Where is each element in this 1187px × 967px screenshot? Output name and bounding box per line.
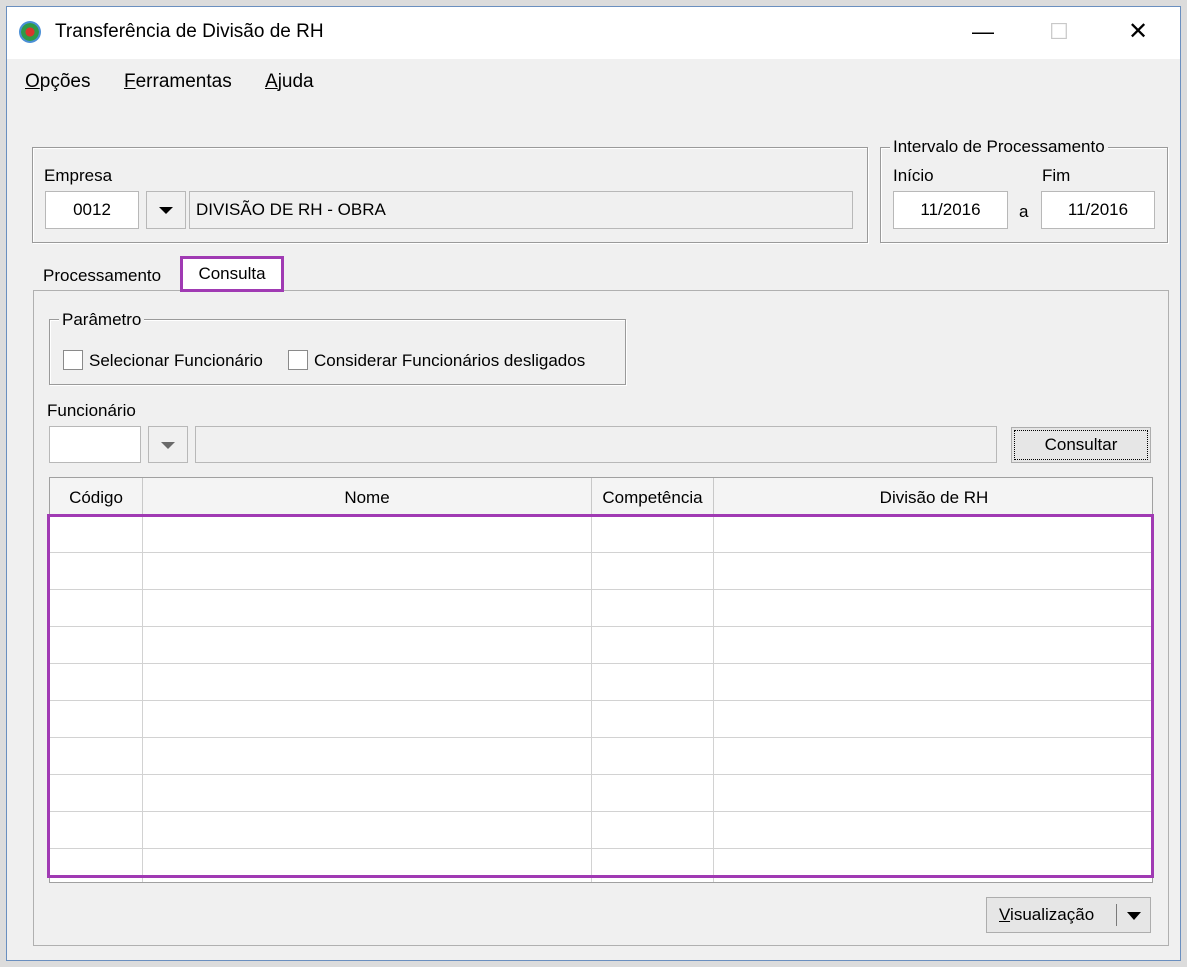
funcionario-name-field <box>195 426 997 463</box>
column-header-codigo[interactable]: Código <box>50 478 143 516</box>
grid-column-divider <box>713 516 714 882</box>
empresa-code-field[interactable]: 0012 <box>45 191 139 229</box>
table-row <box>50 774 1152 775</box>
grid-column-divider <box>591 516 592 882</box>
menu-ferramentas[interactable]: Ferramentas <box>124 71 232 93</box>
table-row <box>50 552 1152 553</box>
table-row <box>50 811 1152 812</box>
inicio-field[interactable]: 11/2016 <box>893 191 1008 229</box>
interval-separator: a <box>1019 202 1029 221</box>
menu-opcoes[interactable]: Opções <box>25 71 90 93</box>
close-button[interactable]: ✕ <box>1115 17 1161 47</box>
app-logo-icon <box>19 21 41 43</box>
table-row <box>50 848 1152 849</box>
tab-processamento[interactable]: Processamento <box>43 266 161 286</box>
results-grid[interactable]: Código Nome Competência Divisão de RH <box>49 477 1153 883</box>
inicio-label: Início <box>893 166 934 185</box>
empresa-name-field: DIVISÃO DE RH - OBRA <box>189 191 853 229</box>
empresa-label: Empresa <box>44 166 113 185</box>
funcionario-code-field[interactable] <box>49 426 141 463</box>
consultar-button[interactable]: Consultar <box>1011 427 1151 463</box>
tab-consulta[interactable]: Consulta <box>180 256 284 292</box>
parametro-legend: Parâmetro <box>59 310 145 330</box>
fim-field[interactable]: 11/2016 <box>1041 191 1155 229</box>
menu-ajuda[interactable]: Ajuda <box>265 71 314 93</box>
selecionar-funcionario-label: Selecionar Funcionário <box>89 351 263 370</box>
chevron-down-icon[interactable] <box>1127 912 1141 920</box>
column-header-nome[interactable]: Nome <box>143 478 592 516</box>
fim-label: Fim <box>1042 166 1071 185</box>
window-title: Transferência de Divisão de RH <box>55 21 324 42</box>
considerar-desligados-label: Considerar Funcionários desligados <box>314 351 586 370</box>
table-row <box>50 663 1152 664</box>
column-header-competencia[interactable]: Competência <box>592 478 714 516</box>
grid-header: Código Nome Competência Divisão de RH <box>50 478 1152 517</box>
chevron-down-icon <box>161 441 175 449</box>
considerar-desligados-checkbox[interactable] <box>288 350 308 370</box>
funcionario-label: Funcionário <box>47 401 136 420</box>
grid-column-divider <box>142 516 143 882</box>
table-row <box>50 700 1152 701</box>
table-row <box>50 589 1152 590</box>
visualizacao-button[interactable]: Visualização <box>986 897 1151 933</box>
funcionario-dropdown-button[interactable] <box>148 426 188 463</box>
maximize-button[interactable]: ☐ <box>1036 17 1082 47</box>
chevron-down-icon <box>159 207 173 214</box>
visualizacao-label: Visualização <box>999 905 1095 924</box>
menu-bar: Opções Ferramentas Ajuda <box>7 59 1180 105</box>
column-header-divisao[interactable]: Divisão de RH <box>714 478 1152 516</box>
table-row <box>50 626 1152 627</box>
table-row <box>50 737 1152 738</box>
selecionar-funcionario-checkbox[interactable] <box>63 350 83 370</box>
empresa-dropdown-button[interactable] <box>146 191 186 229</box>
minimize-button[interactable]: — <box>960 17 1006 47</box>
split-divider <box>1116 904 1117 926</box>
title-bar[interactable]: Transferência de Divisão de RH — ☐ ✕ <box>7 7 1180 59</box>
intervalo-legend: Intervalo de Processamento <box>890 137 1108 157</box>
